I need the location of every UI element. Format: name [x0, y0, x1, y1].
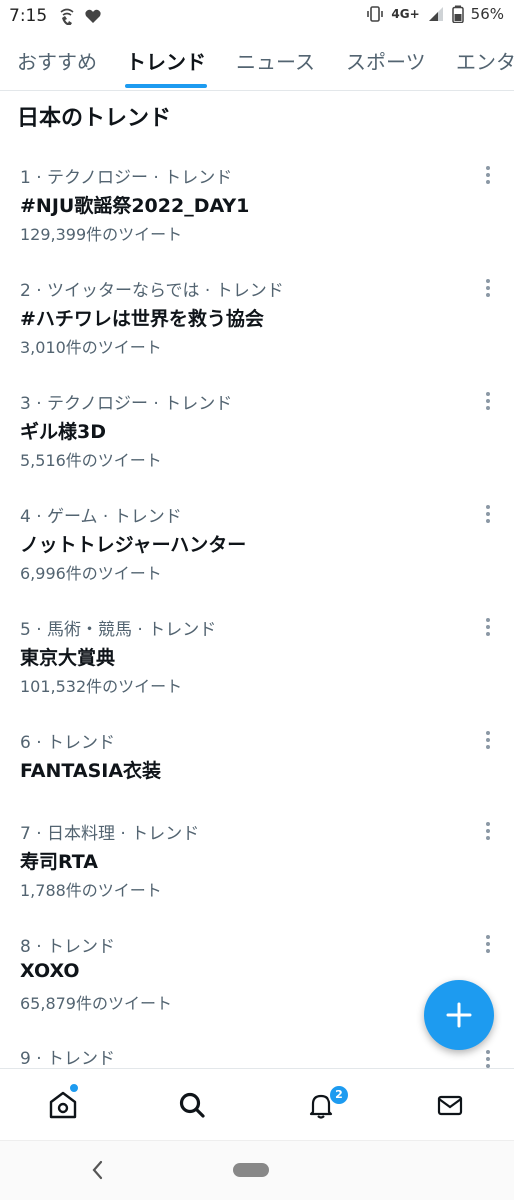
more-options-icon[interactable]	[478, 389, 498, 413]
trend-item[interactable]: 1 · テクノロジー · トレンド #NJU歌謡祭2022_DAY1 129,3…	[0, 163, 514, 273]
plus-icon	[446, 1002, 472, 1028]
trend-meta: 2 · ツイッターならでは · トレンド	[20, 281, 284, 301]
more-options-icon[interactable]	[478, 615, 498, 639]
mail-icon	[437, 1095, 463, 1116]
tab-news[interactable]: ニュース	[236, 46, 315, 75]
bottom-navigation: 2	[0, 1068, 514, 1141]
battery-percent: 56%	[470, 5, 504, 23]
tab-recommended[interactable]: おすすめ	[17, 46, 97, 75]
search-icon	[179, 1092, 205, 1118]
signal-icon	[428, 7, 443, 21]
trend-name: #ハチワレは世界を救う協会	[20, 308, 264, 330]
trend-item[interactable]: 2 · ツイッターならでは · トレンド #ハチワレは世界を救う協会 3,010…	[0, 276, 514, 386]
trend-name: #NJU歌謡祭2022_DAY1	[20, 195, 250, 217]
active-tab-indicator	[125, 84, 207, 88]
status-time: 7:15	[9, 6, 48, 26]
trend-meta: 9 · トレンド	[20, 1049, 116, 1068]
trend-tweet-count: 101,532件のツイート	[20, 677, 183, 696]
trend-tweet-count: 1,788件のツイート	[20, 881, 162, 900]
tab-entertainment[interactable]: エンタ	[456, 46, 514, 75]
section-title: 日本のトレンド	[17, 106, 172, 131]
trend-tweet-count: 3,010件のツイート	[20, 338, 162, 357]
trend-meta: 6 · トレンド	[20, 733, 116, 753]
trend-meta: 3 · テクノロジー · トレンド	[20, 394, 233, 414]
trend-name: FANTASIA衣装	[20, 760, 162, 782]
nav-messages[interactable]	[430, 1085, 470, 1125]
trend-name: XOXO	[20, 960, 80, 982]
more-options-icon[interactable]	[478, 276, 498, 300]
home-new-indicator	[69, 1083, 79, 1093]
notification-badge: 2	[328, 1084, 350, 1106]
trend-name: 東京大賞典	[20, 647, 116, 669]
trend-tweet-count: 65,879件のツイート	[20, 994, 172, 1013]
trend-item[interactable]: 7 · 日本料理 · トレンド 寿司RTA 1,788件のツイート	[0, 819, 514, 929]
back-chevron-icon[interactable]	[88, 1158, 108, 1182]
trend-name: 寿司RTA	[20, 851, 98, 873]
vibrate-icon	[367, 6, 384, 22]
tab-trending[interactable]: トレンド	[126, 46, 206, 75]
home-pill-icon[interactable]	[233, 1163, 269, 1177]
trend-item[interactable]: 3 · テクノロジー · トレンド ギル様3D 5,516件のツイート	[0, 389, 514, 499]
trend-item[interactable]: 4 · ゲーム · トレンド ノットトレジャーハンター 6,996件のツイート	[0, 502, 514, 612]
trend-tweet-count: 129,399件のツイート	[20, 225, 183, 244]
trend-tweet-count: 5,516件のツイート	[20, 451, 162, 470]
more-options-icon[interactable]	[478, 728, 498, 752]
heart-icon	[85, 9, 101, 23]
system-navigation-bar	[0, 1140, 514, 1200]
trend-meta: 7 · 日本料理 · トレンド	[20, 824, 200, 844]
more-options-icon[interactable]	[478, 163, 498, 187]
more-options-icon[interactable]	[478, 932, 498, 956]
trend-name: ギル様3D	[20, 421, 106, 443]
nav-search[interactable]	[172, 1085, 212, 1125]
more-options-icon[interactable]	[478, 502, 498, 526]
trend-tweet-count: 6,996件のツイート	[20, 564, 162, 583]
trend-meta: 4 · ゲーム · トレンド	[20, 507, 182, 527]
trend-meta: 8 · トレンド	[20, 937, 116, 957]
battery-icon	[451, 5, 464, 23]
trend-item[interactable]: 5 · 馬術・競馬 · トレンド 東京大賞典 101,532件のツイート	[0, 615, 514, 725]
trend-name: ノットトレジャーハンター	[20, 534, 247, 556]
wifi-calling-icon	[60, 8, 74, 25]
more-options-icon[interactable]	[478, 1047, 498, 1068]
trend-meta: 5 · 馬術・競馬 · トレンド	[20, 620, 217, 640]
trend-item[interactable]: 6 · トレンド FANTASIA衣装	[0, 728, 514, 808]
explore-tabs: おすすめ トレンド ニュース スポーツ エンタ	[0, 36, 514, 91]
tab-sports[interactable]: スポーツ	[346, 46, 426, 75]
trend-meta: 1 · テクノロジー · トレンド	[20, 168, 233, 188]
status-bar: 7:15 4G+ 56%	[0, 0, 514, 32]
network-type: 4G+	[391, 7, 420, 21]
compose-tweet-button[interactable]	[424, 980, 494, 1050]
more-options-icon[interactable]	[478, 819, 498, 843]
